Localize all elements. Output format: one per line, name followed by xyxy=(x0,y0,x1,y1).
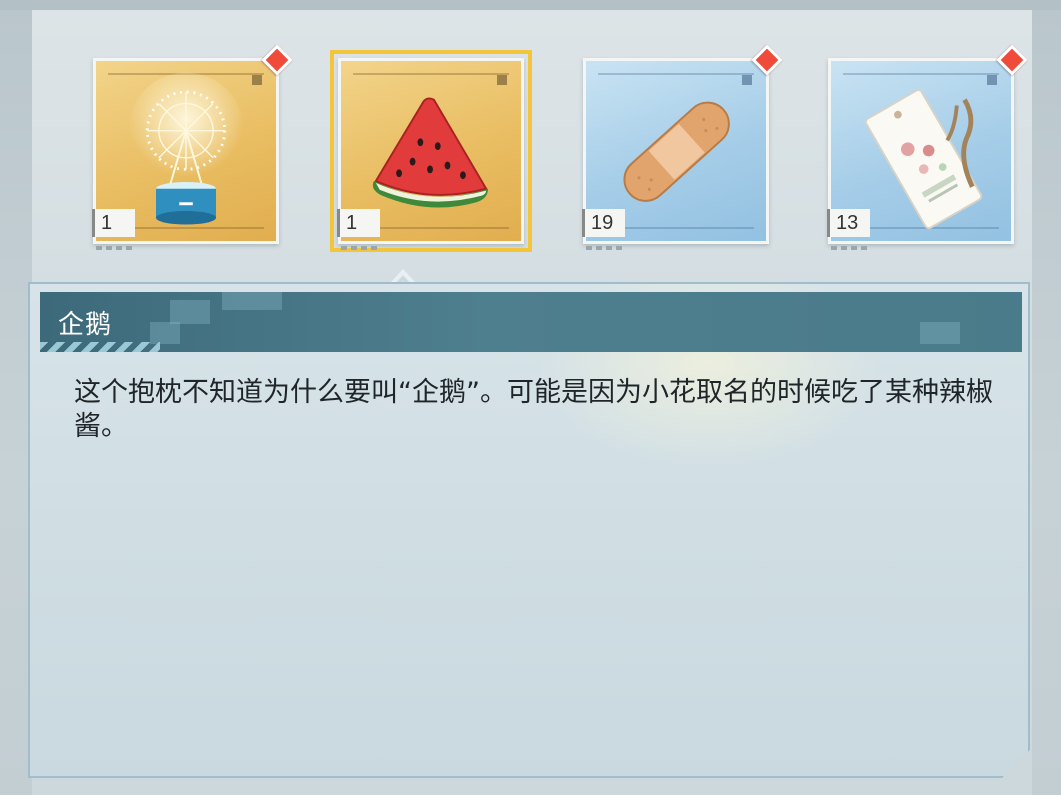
header-decor-block xyxy=(170,300,210,324)
item-detail-panel: 企鹅 这个抱枕不知道为什么要叫“企鹅”。可能是因为小花取名的时候吃了某种辣椒酱。 xyxy=(28,282,1030,778)
item-count: 19 xyxy=(582,209,625,237)
slot-dots xyxy=(831,246,871,250)
slot-dots xyxy=(341,246,381,250)
slot-dots xyxy=(586,246,626,250)
item-slot-watermelon-pillow[interactable]: 1 xyxy=(330,50,532,252)
item-name: 企鹅 xyxy=(58,310,113,340)
item-count: 1 xyxy=(92,209,135,237)
header-decor-block xyxy=(920,322,960,344)
item-slot-ticket-tag[interactable]: 13 xyxy=(827,44,1028,250)
item-description: 这个抱枕不知道为什么要叫“企鹅”。可能是因为小花取名的时候吃了某种辣椒酱。 xyxy=(74,377,993,442)
header-stripes xyxy=(40,342,160,352)
item-slot-bandage[interactable]: 19 xyxy=(582,44,783,250)
item-detail-header: 企鹅 xyxy=(40,292,1022,352)
slot-dots xyxy=(96,246,136,250)
header-decor-block xyxy=(222,292,282,310)
item-count: 13 xyxy=(827,209,870,237)
header-decor-block xyxy=(150,322,180,344)
item-slot-ferris-wheel-lamp[interactable]: 1 xyxy=(92,44,293,250)
item-count: 1 xyxy=(337,209,380,237)
